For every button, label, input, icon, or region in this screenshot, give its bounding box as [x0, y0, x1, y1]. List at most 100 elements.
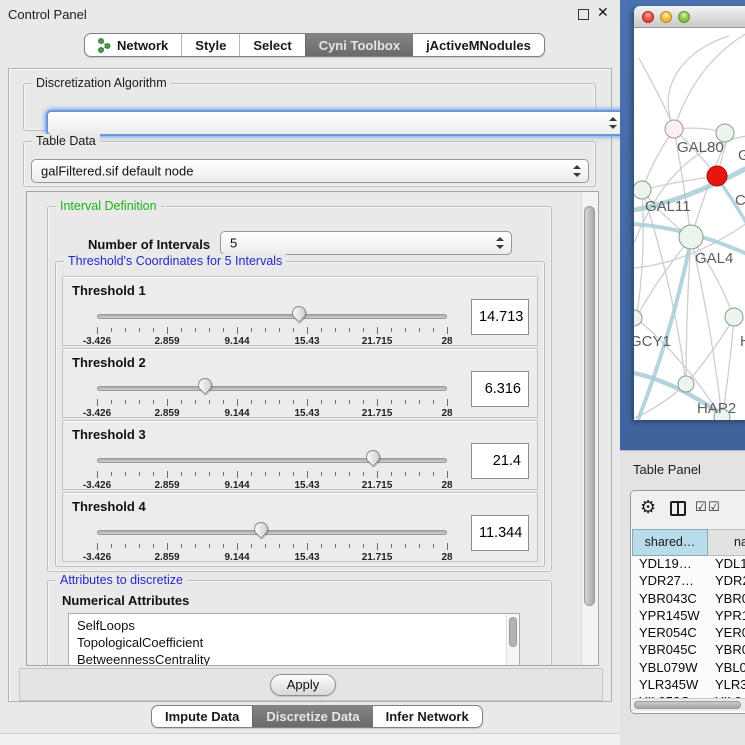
node-gcy1[interactable]: [634, 310, 642, 326]
interval-definition-label: Interval Definition: [56, 199, 161, 213]
threshold-3-label: Threshold 3: [72, 427, 146, 442]
slider-ticks: [97, 399, 447, 407]
node-h[interactable]: [725, 308, 743, 326]
slider-thumb[interactable]: [252, 519, 272, 539]
algorithm-combobox[interactable]: [46, 110, 626, 136]
tab-infer-network[interactable]: Infer Network: [373, 706, 482, 727]
numerical-attributes-list[interactable]: SelfLoops TopologicalCoefficient Between…: [68, 613, 520, 666]
tab-impute-data[interactable]: Impute Data: [152, 706, 252, 727]
tick-label: 2.859: [154, 552, 179, 563]
settings-scrollpane: Interval Definition Number of Intervals …: [26, 191, 599, 666]
table-data-value: galFiltered.sif default node: [41, 164, 193, 179]
table-header: shared… na: [631, 529, 745, 556]
threshold-2-slider[interactable]: -3.4262.8599.14415.4321.71528: [97, 377, 447, 417]
threshold-1-label: Threshold 1: [72, 283, 146, 298]
numerical-attributes-label: Numerical Attributes: [62, 593, 189, 608]
network-view-window: GAL80 GA C GAL11 GAL4 GCY1 H HAP2: [634, 6, 745, 420]
threshold-3-row: Threshold 3 -3.4262.8599.14415.4321.7152…: [62, 420, 538, 490]
tab-network[interactable]: Network: [85, 34, 181, 56]
slider-thumb[interactable]: [196, 375, 216, 395]
threshold-4-slider[interactable]: -3.4262.8599.14415.4321.71528: [97, 521, 447, 561]
network-canvas[interactable]: GAL80 GA C GAL11 GAL4 GCY1 H HAP2: [634, 28, 745, 420]
apply-button[interactable]: Apply: [270, 674, 336, 696]
table-row[interactable]: YDL19…YDL1: [632, 556, 745, 573]
slider-thumb[interactable]: [364, 447, 384, 467]
slider-track[interactable]: [97, 386, 447, 391]
threshold-1-value-field[interactable]: 14.713: [471, 299, 529, 335]
network-window-titlebar[interactable]: [634, 6, 745, 28]
scrollbar-thumb[interactable]: [584, 206, 595, 606]
table-row[interactable]: YBR043CYBR0: [632, 591, 745, 608]
minimize-traffic-light[interactable]: [660, 11, 672, 23]
table-row[interactable]: YER054CYER0: [632, 625, 745, 642]
column-header-name[interactable]: na: [708, 529, 745, 556]
settings-scrollbar[interactable]: [581, 192, 598, 665]
tick-label: 15.43: [294, 480, 319, 491]
threshold-1-slider[interactable]: -3.4262.8599.14415.4321.71528: [97, 305, 447, 345]
select-column-checkbox-icon[interactable]: ☑: [708, 500, 720, 515]
threshold-4-value-field[interactable]: 11.344: [471, 515, 529, 551]
slider-track[interactable]: [97, 458, 447, 463]
list-item[interactable]: TopologicalCoefficient: [77, 634, 519, 651]
threshold-3-slider[interactable]: -3.4262.8599.14415.4321.71528: [97, 449, 447, 489]
combo-stepper-icon[interactable]: [609, 117, 617, 129]
tick-label: 9.144: [224, 408, 249, 419]
scrollbar-thumb[interactable]: [509, 617, 517, 647]
node-red-selected[interactable]: [707, 166, 727, 186]
close-traffic-light[interactable]: [642, 11, 654, 23]
list-scrollbar[interactable]: [506, 614, 519, 666]
tab-discretize-data[interactable]: Discretize Data: [252, 706, 372, 727]
table-row[interactable]: YLR345WYLR3: [632, 677, 745, 694]
list-item[interactable]: BetweennessCentrality: [77, 651, 519, 666]
threshold-2-value-field[interactable]: 6.316: [471, 371, 529, 407]
tab-network-label: Network: [117, 38, 168, 53]
select-all-checkbox-icon[interactable]: ☑: [695, 500, 707, 515]
tick-label: 2.859: [154, 408, 179, 419]
tick-label: 21.715: [362, 552, 393, 563]
node-gal4[interactable]: [679, 225, 703, 249]
table-row[interactable]: YDR27…YDR2: [632, 573, 745, 590]
scrollbar-thumb[interactable]: [634, 701, 741, 709]
slider-thumb[interactable]: [289, 303, 309, 323]
attributes-group-label: Attributes to discretize: [56, 573, 187, 587]
number-of-intervals-combobox[interactable]: 5: [220, 231, 512, 255]
table-row[interactable]: YBR045CYBR0: [632, 642, 745, 659]
slider-track[interactable]: [97, 530, 447, 535]
tab-select[interactable]: Select: [239, 34, 304, 56]
list-item[interactable]: SelfLoops: [77, 617, 519, 634]
tick-label: 28: [441, 408, 452, 419]
combo-stepper-icon[interactable]: [573, 165, 581, 177]
columns-icon[interactable]: [670, 501, 686, 516]
float-window-icon[interactable]: [578, 9, 589, 20]
slider-track[interactable]: [97, 314, 447, 319]
node-gal80[interactable]: [665, 120, 683, 138]
table-horizontal-scrollbar[interactable]: [632, 698, 745, 711]
node-label: GA: [738, 147, 745, 164]
table-panel: Table Panel ⚙ ☑ ☑ shared… na YDL19…YDL1 …: [620, 450, 745, 745]
close-icon[interactable]: ✕: [597, 5, 609, 21]
cyni-toolbox-panel: Discretization Algorithm Table Data galF…: [8, 68, 612, 702]
network-icon: [98, 38, 111, 53]
tick-label: 28: [441, 552, 452, 563]
node-gal11[interactable]: [634, 181, 651, 199]
tab-cyni-toolbox[interactable]: Cyni Toolbox: [305, 34, 413, 56]
gear-icon[interactable]: ⚙: [640, 497, 656, 518]
tab-style[interactable]: Style: [181, 34, 239, 56]
table-row[interactable]: YPR145WYPR1: [632, 608, 745, 625]
slider-tick-labels: -3.4262.8599.14415.4321.71528: [97, 408, 447, 419]
table-row[interactable]: YBL079WYBL0: [632, 660, 745, 677]
combo-stepper-icon[interactable]: [496, 237, 504, 249]
threshold-3-value-field[interactable]: 21.4: [471, 443, 529, 479]
table-panel-title: Table Panel: [633, 462, 701, 477]
tick-label: 15.43: [294, 552, 319, 563]
threshold-2-label: Threshold 2: [72, 355, 146, 370]
panel-footer-area: [0, 734, 620, 745]
tick-label: -3.426: [83, 408, 111, 419]
node-hap2[interactable]: [678, 376, 694, 392]
column-header-shared-name[interactable]: shared…: [632, 529, 708, 556]
threshold-2-row: Threshold 2 -3.4262.8599.14415.4321.7152…: [62, 348, 538, 418]
tab-jactivemnodules[interactable]: jActiveMNodules: [413, 34, 544, 56]
table-data-combobox[interactable]: galFiltered.sif default node: [31, 159, 589, 183]
zoom-traffic-light[interactable]: [678, 11, 690, 23]
tick-label: 28: [441, 336, 452, 347]
